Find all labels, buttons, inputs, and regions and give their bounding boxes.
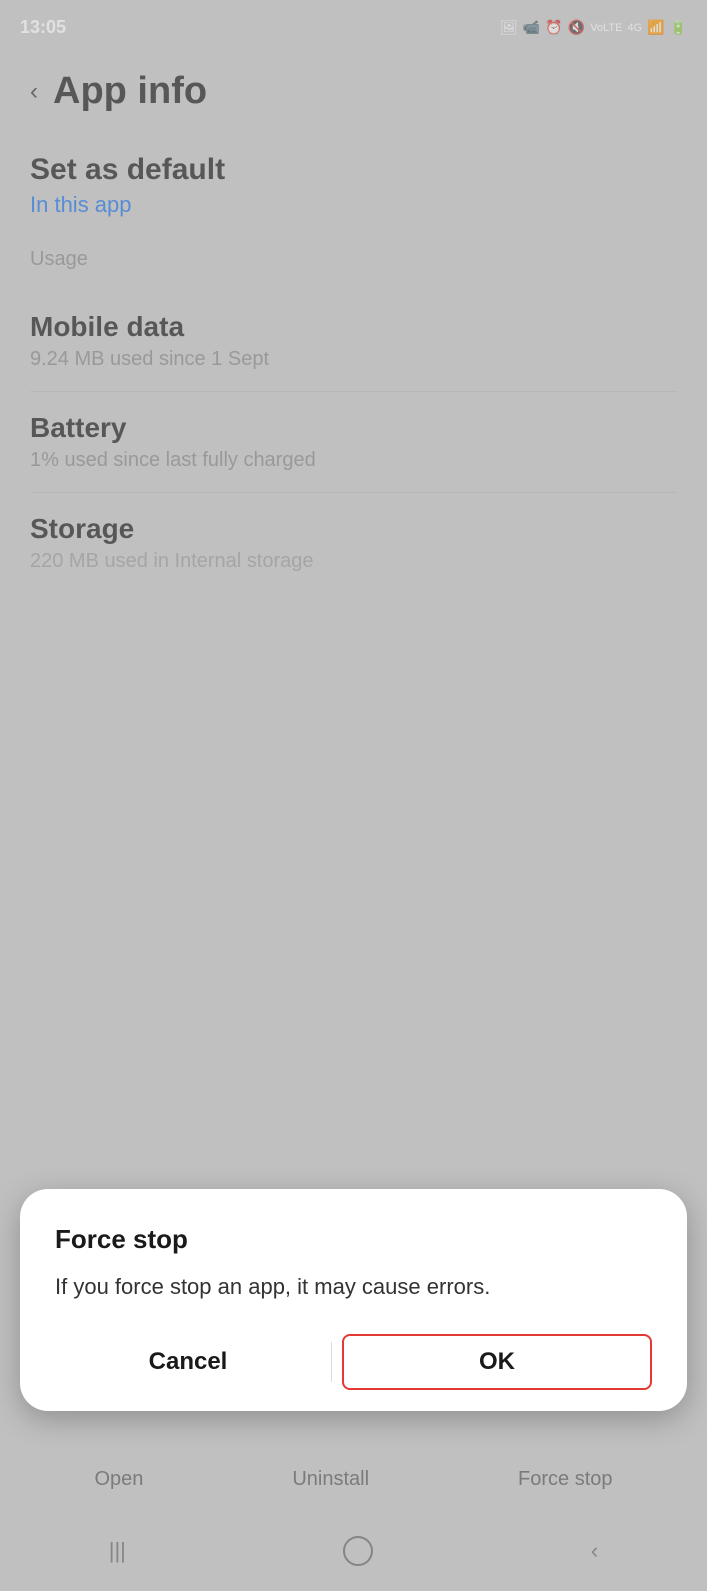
cancel-button[interactable]: Cancel: [55, 1333, 321, 1391]
dialog-buttons: Cancel OK: [55, 1333, 652, 1391]
button-divider: [331, 1342, 332, 1382]
dialog-message: If you force stop an app, it may cause e…: [55, 1270, 652, 1303]
ok-button[interactable]: OK: [342, 1334, 652, 1390]
force-stop-dialog: Force stop If you force stop an app, it …: [20, 1189, 687, 1411]
dialog-title: Force stop: [55, 1224, 652, 1255]
